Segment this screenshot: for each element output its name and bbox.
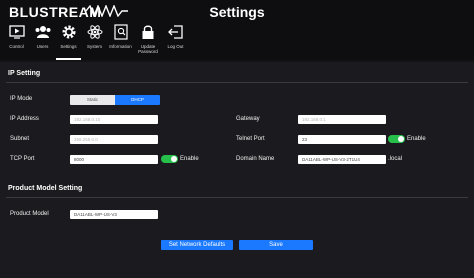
toggle-knob (398, 136, 404, 142)
nav-label: Settings (60, 44, 77, 49)
product-model-input[interactable] (70, 210, 158, 219)
set-network-defaults-button[interactable]: Set Network Defaults (161, 240, 233, 250)
ip-address-label: IP Address (10, 116, 39, 122)
atom-icon (84, 22, 106, 42)
users-icon (32, 22, 54, 42)
save-button[interactable]: Save (239, 240, 313, 250)
logout-icon (165, 22, 187, 42)
nav-item-control[interactable]: Control (4, 22, 29, 60)
lock-icon (137, 22, 159, 42)
gear-icon (58, 22, 80, 42)
nav-label: Users (36, 44, 49, 49)
ip-address-input[interactable] (70, 115, 158, 124)
nav-label: Update Password (138, 44, 158, 54)
nav-label: System (86, 44, 102, 49)
page-title: Settings (209, 4, 265, 20)
tcp-enable-label: Enable (180, 156, 199, 162)
telnet-port-input[interactable] (298, 135, 386, 144)
ip-mode-label: IP Mode (10, 96, 33, 102)
nav-item-log-out[interactable]: Log Out (163, 22, 188, 60)
document-search-icon (110, 22, 132, 42)
telnet-enable-toggle[interactable] (388, 135, 405, 143)
nav-item-system[interactable]: System (82, 22, 107, 60)
nav-item-update-password[interactable]: Update Password (134, 22, 162, 60)
nav-label: Information (109, 44, 132, 49)
ip-mode-toggle: Static DHCP (70, 95, 160, 105)
domain-name-label: Domain Name (236, 156, 275, 162)
domain-suffix: .local (388, 156, 403, 162)
gateway-input[interactable] (298, 115, 386, 124)
ip-mode-static-button[interactable]: Static (70, 95, 115, 105)
settings-panel: IP Setting IP Mode Static DHCP IP Addres… (0, 62, 474, 278)
subnet-label: Subnet (10, 136, 30, 142)
product-model-setting-title: Product Model Setting (8, 185, 83, 192)
nav-item-settings[interactable]: Settings (56, 22, 81, 60)
domain-name-input[interactable] (298, 155, 386, 164)
section-divider (6, 82, 468, 83)
section-divider (6, 197, 468, 198)
nav-label: Log Out (167, 44, 184, 49)
nav-label: Control (9, 44, 24, 49)
nav-item-users[interactable]: Users (30, 22, 55, 60)
top-header: BLUSTREAM Settings Control Users Setting… (0, 0, 474, 60)
tcp-port-label: TCP Port (10, 156, 35, 162)
telnet-port-label: Telnet Port (236, 136, 265, 142)
telnet-enable-label: Enable (407, 136, 426, 142)
ip-mode-dhcp-button[interactable]: DHCP (115, 95, 160, 105)
tcp-port-input[interactable] (70, 155, 158, 164)
toggle-knob (171, 156, 177, 162)
ip-setting-title: IP Setting (8, 70, 41, 77)
main-nav: Control Users Settings System Informatio… (4, 22, 189, 60)
subnet-input[interactable] (70, 135, 158, 144)
nav-item-information[interactable]: Information (108, 22, 133, 60)
tcp-enable-toggle[interactable] (161, 155, 178, 163)
gateway-label: Gateway (236, 116, 260, 122)
product-model-label: Product Model (10, 211, 49, 217)
tv-play-icon (6, 22, 28, 42)
